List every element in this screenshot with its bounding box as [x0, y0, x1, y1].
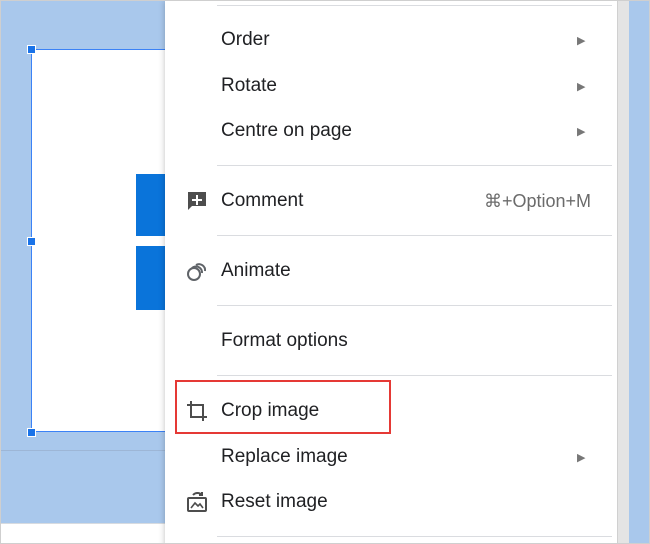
menu-item-label: Replace image [221, 446, 348, 467]
menu-item-order[interactable]: Order ▶ [165, 20, 617, 60]
crop-image-highlight-box [175, 380, 391, 434]
keyboard-shortcut: ⌘+Option+M [483, 190, 591, 211]
menu-separator [217, 235, 612, 236]
menu-item-comment[interactable]: Comment ⌘+Option+M [165, 181, 617, 221]
menu-item-label: Rotate [221, 75, 277, 96]
canvas-right-edge [629, 1, 649, 543]
menu-item-animate[interactable]: Animate [165, 251, 617, 291]
resize-handle-bottom-left[interactable] [27, 428, 36, 437]
menu-item-format-options[interactable]: Format options [165, 321, 617, 361]
animate-icon [185, 259, 209, 283]
menu-item-rotate[interactable]: Rotate ▶ [165, 66, 617, 106]
app-window: Order ▶ Rotate ▶ Centre on page ▶ Commen… [0, 0, 650, 544]
menu-item-centre-on-page[interactable]: Centre on page ▶ [165, 111, 617, 151]
menu-separator [217, 375, 612, 376]
menu-separator [217, 5, 612, 6]
submenu-arrow-icon: ▶ [577, 451, 586, 464]
menu-item-replace-image[interactable]: Replace image ▶ [165, 437, 617, 477]
resize-handle-top-left[interactable] [27, 45, 36, 54]
add-comment-icon [185, 189, 209, 213]
submenu-arrow-icon: ▶ [577, 80, 586, 93]
menu-separator [217, 165, 612, 166]
menu-separator [217, 305, 612, 306]
submenu-arrow-icon: ▶ [577, 125, 586, 138]
menu-item-label: Comment [221, 190, 304, 211]
menu-item-label: Reset image [221, 491, 328, 512]
menu-item-label: Centre on page [221, 120, 352, 141]
menu-separator [217, 536, 612, 537]
menu-item-label: Order [221, 29, 270, 50]
resize-handle-middle-left[interactable] [27, 237, 36, 246]
reset-image-icon [185, 490, 209, 514]
menu-item-label: Format options [221, 330, 348, 351]
logo-pane-top [136, 174, 168, 236]
menu-item-reset-image[interactable]: Reset image [165, 482, 617, 522]
menu-item-label: Animate [221, 260, 291, 281]
submenu-arrow-icon: ▶ [577, 34, 586, 47]
logo-pane-bottom [136, 246, 168, 310]
